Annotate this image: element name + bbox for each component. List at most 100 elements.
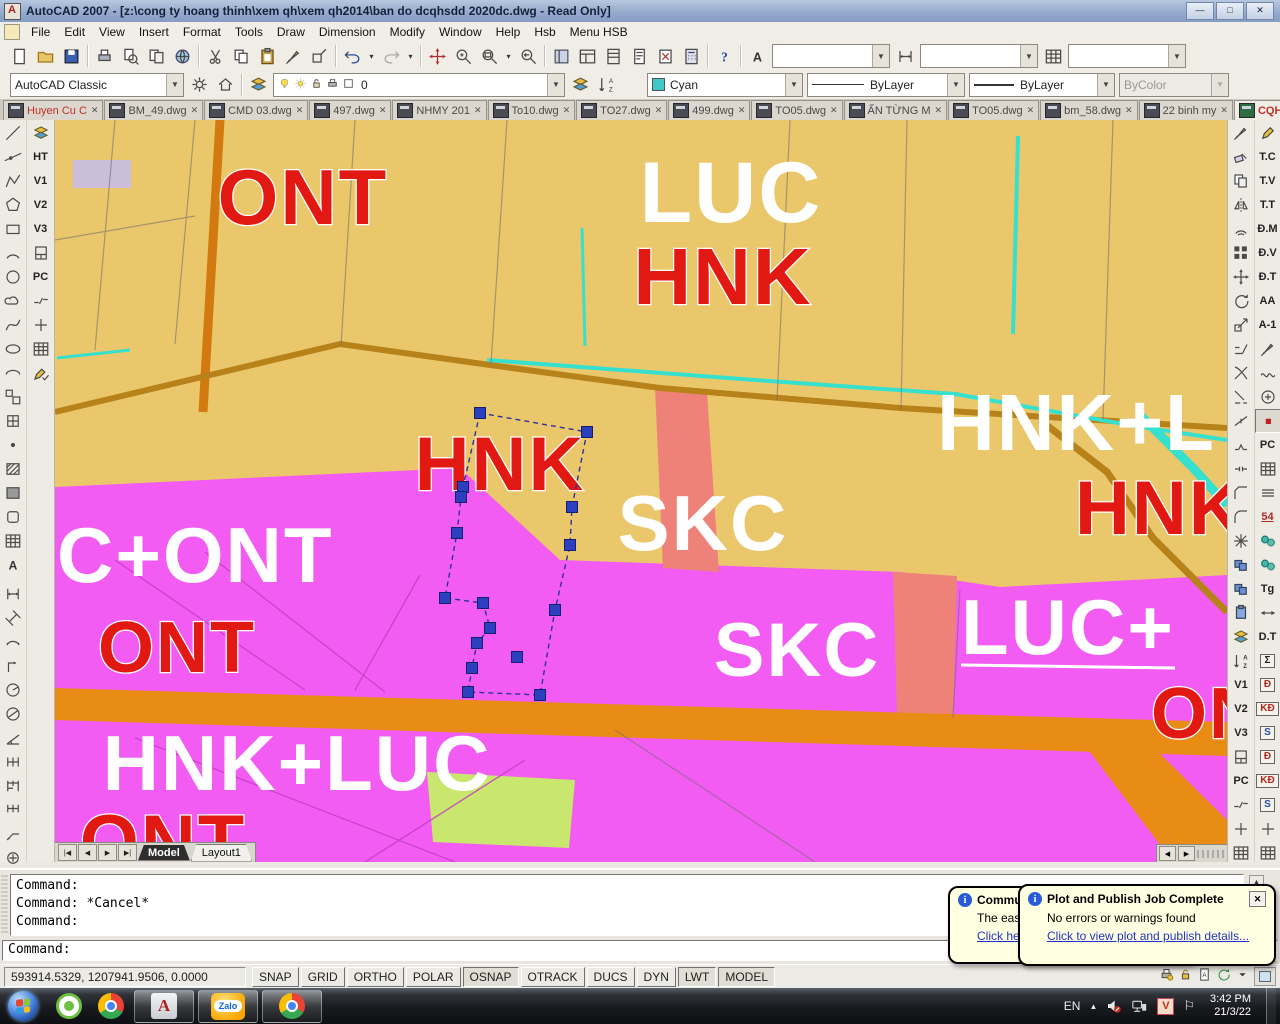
dim-style-combo[interactable]: ▼ bbox=[920, 44, 1038, 68]
close-icon[interactable]: ✕ bbox=[563, 105, 571, 116]
drawing-tab--n-t-ng-m[interactable]: ẤN TỪNG M✕ bbox=[844, 100, 948, 120]
menu-help[interactable]: Help bbox=[489, 23, 528, 41]
show-desktop-button[interactable] bbox=[1266, 988, 1276, 1024]
dcenter-button[interactable] bbox=[574, 43, 600, 69]
chevron-down-icon[interactable]: ▼ bbox=[1020, 45, 1037, 67]
grip-handle[interactable] bbox=[567, 502, 578, 513]
taskbar-autocad-button[interactable]: A bbox=[134, 990, 194, 1023]
menu-modify[interactable]: Modify bbox=[383, 23, 432, 41]
plus-icon[interactable] bbox=[28, 313, 54, 337]
scroll-right-icon[interactable]: ▶ bbox=[1178, 846, 1195, 861]
help-button[interactable]: ? bbox=[711, 43, 737, 69]
taskbar-chrome-icon[interactable] bbox=[90, 990, 132, 1022]
undo-button[interactable] bbox=[339, 43, 365, 69]
circle-plus-icon[interactable] bbox=[1255, 385, 1280, 409]
toggle-dyn[interactable]: DYN bbox=[637, 967, 676, 987]
toggle-ortho[interactable]: ORTHO bbox=[347, 967, 404, 987]
window-icon[interactable] bbox=[28, 241, 54, 265]
grip-handle[interactable] bbox=[485, 623, 496, 634]
tool-button-pc[interactable]: PC bbox=[1228, 769, 1254, 793]
drawing-tab-cmd-03-dwg[interactable]: CMD 03.dwg✕ bbox=[204, 100, 308, 120]
dim-radius-icon[interactable] bbox=[0, 678, 26, 702]
restore-button[interactable]: □ bbox=[1216, 2, 1244, 20]
tool-button-pc[interactable]: PC bbox=[1255, 433, 1280, 457]
close-icon[interactable]: ✕ bbox=[738, 105, 746, 116]
preview-button[interactable] bbox=[117, 43, 143, 69]
tool-button-tg[interactable]: Tg bbox=[1255, 577, 1280, 601]
join-icon[interactable] bbox=[1228, 457, 1254, 481]
layer-properties-button[interactable] bbox=[245, 72, 271, 98]
tool-button-kđ[interactable]: KĐ bbox=[1255, 769, 1280, 793]
match-button[interactable] bbox=[280, 43, 306, 69]
trim-icon[interactable] bbox=[1228, 361, 1254, 385]
chevron-down-icon[interactable]: ▼ bbox=[785, 74, 802, 96]
brush-icon[interactable] bbox=[1228, 121, 1254, 145]
menu-dimension[interactable]: Dimension bbox=[312, 23, 383, 41]
dim-angular-icon[interactable] bbox=[0, 726, 26, 750]
caret-down-icon[interactable] bbox=[1235, 967, 1250, 987]
dim-style-icon[interactable] bbox=[892, 43, 918, 69]
tool-button-ht[interactable]: HT bbox=[28, 145, 54, 169]
extend-icon[interactable] bbox=[1228, 385, 1254, 409]
coordinates-readout[interactable]: 593914.5329, 1207941.9506, 0.0000 bbox=[4, 967, 246, 987]
spline-icon[interactable] bbox=[0, 313, 26, 337]
linetype-combo[interactable]: ByLayer ▼ bbox=[807, 73, 965, 97]
pline-icon[interactable] bbox=[0, 169, 26, 193]
red-dot-icon[interactable] bbox=[1255, 409, 1280, 433]
rect-icon[interactable] bbox=[0, 217, 26, 241]
mirror-icon[interactable] bbox=[1228, 193, 1254, 217]
toggle-osnap[interactable]: OSNAP bbox=[463, 967, 519, 987]
two-circles-icon[interactable] bbox=[1255, 529, 1280, 553]
workspace-settings-button[interactable] bbox=[186, 72, 212, 98]
text-icon[interactable]: A bbox=[0, 553, 26, 577]
dim-ordinate-icon[interactable] bbox=[0, 654, 26, 678]
break-icon[interactable] bbox=[1228, 433, 1254, 457]
drawing-tab-cqhsdd-202[interactable]: CQHSDD 202✕ bbox=[1234, 100, 1280, 120]
tab-layout1[interactable]: Layout1 bbox=[191, 844, 252, 862]
clean-screen-button[interactable] bbox=[1254, 967, 1276, 986]
layer-states-button[interactable]: AZ bbox=[593, 72, 619, 98]
drawing-tab-to05-dwg[interactable]: TO05.dwg✕ bbox=[948, 100, 1039, 120]
grip-handle[interactable] bbox=[550, 605, 561, 616]
tool-button-v1[interactable]: V1 bbox=[1228, 673, 1254, 697]
dim-diameter-icon[interactable] bbox=[0, 702, 26, 726]
calc-button[interactable] bbox=[678, 43, 704, 69]
workspace-combo[interactable]: AutoCAD Classic▼ bbox=[10, 73, 184, 97]
start-button[interactable] bbox=[8, 991, 38, 1021]
close-icon[interactable]: ✕ bbox=[379, 105, 387, 116]
earc-icon[interactable] bbox=[0, 361, 26, 385]
dim-linear-icon[interactable] bbox=[0, 582, 26, 606]
canvas-hscroll[interactable]: ◀ ▶ bbox=[1156, 844, 1227, 862]
cut-button[interactable] bbox=[202, 43, 228, 69]
taskbar-zalo-button[interactable]: Zalo bbox=[198, 990, 258, 1023]
tool-button-v1[interactable]: V1 bbox=[28, 169, 54, 193]
breakline-icon[interactable] bbox=[28, 289, 54, 313]
toggle-otrack[interactable]: OTRACK bbox=[521, 967, 585, 987]
offset-icon[interactable] bbox=[1228, 217, 1254, 241]
toggle-lwt[interactable]: LWT bbox=[678, 967, 716, 987]
blockedit-button[interactable] bbox=[306, 43, 332, 69]
tool-button-d-t[interactable]: D.T bbox=[1255, 625, 1280, 649]
close-icon[interactable]: ✕ bbox=[1125, 105, 1133, 116]
undo-dropdown-icon[interactable]: ▾ bbox=[365, 43, 378, 69]
layers-color-icon[interactable] bbox=[1228, 625, 1254, 649]
tool-button-đ[interactable]: Đ bbox=[1255, 745, 1280, 769]
arc-icon[interactable] bbox=[0, 241, 26, 265]
prev-tab-icon[interactable]: ◀ bbox=[78, 844, 97, 861]
grip-handle[interactable] bbox=[440, 593, 451, 604]
tool-button-v3[interactable]: V3 bbox=[1228, 721, 1254, 745]
tool-button-aa[interactable]: AA bbox=[1255, 289, 1280, 313]
tool-button-đ-m[interactable]: Đ.M bbox=[1255, 217, 1280, 241]
grip-handle[interactable] bbox=[582, 427, 593, 438]
toggle-model[interactable]: MODEL bbox=[718, 967, 775, 987]
copy-n-icon[interactable] bbox=[1228, 577, 1254, 601]
speaker-muted-icon[interactable] bbox=[1106, 998, 1122, 1014]
taskbar-chrome-window-button[interactable] bbox=[262, 990, 322, 1023]
lineweight-combo[interactable]: ByLayer ▼ bbox=[969, 73, 1115, 97]
unlock-icon[interactable] bbox=[1178, 967, 1193, 987]
tool-button-kđ[interactable]: KĐ bbox=[1255, 697, 1280, 721]
close-icon[interactable]: ✕ bbox=[474, 105, 482, 116]
layers-color-icon[interactable] bbox=[28, 121, 54, 145]
tool-button-σ[interactable]: Σ bbox=[1255, 649, 1280, 673]
command-drag-handle[interactable] bbox=[1, 875, 8, 935]
